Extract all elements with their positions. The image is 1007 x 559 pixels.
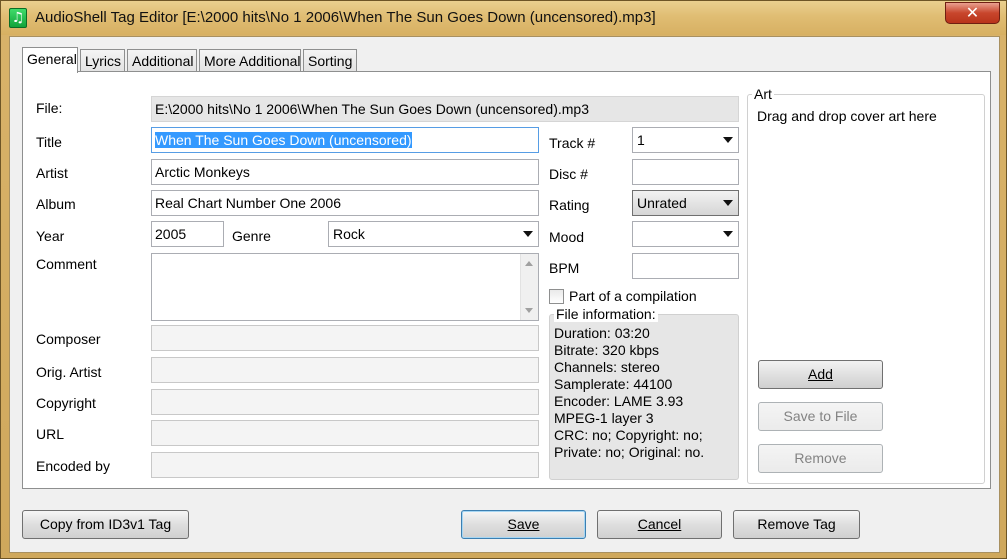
mood-select[interactable] <box>632 221 739 247</box>
art-group[interactable]: Art Drag and drop cover art here Add Sav… <box>747 86 985 484</box>
file-path-field[interactable]: E:\2000 hits\No 1 2006\When The Sun Goes… <box>151 96 739 122</box>
cancel-button[interactable]: Cancel <box>597 510 722 539</box>
scroll-up-arrow-icon[interactable] <box>525 261 533 266</box>
file-information-lines: Duration: 03:20 Bitrate: 320 kbps Channe… <box>554 325 704 461</box>
track-label: Track # <box>549 135 596 151</box>
file-label: File: <box>36 100 63 116</box>
art-title: Art <box>752 86 774 102</box>
cancel-button-label: Cancel <box>637 516 682 532</box>
compilation-checkbox[interactable] <box>549 289 564 304</box>
copy-from-id3v1-button[interactable]: Copy from ID3v1 Tag <box>22 510 189 539</box>
remove-art-button[interactable]: Remove <box>758 444 883 473</box>
url-input[interactable] <box>151 420 539 446</box>
artist-input[interactable]: Arctic Monkeys <box>151 159 539 185</box>
info-line: Bitrate: 320 kbps <box>554 342 660 358</box>
album-input[interactable]: Real Chart Number One 2006 <box>151 190 539 216</box>
scroll-down-arrow-icon[interactable] <box>525 308 533 313</box>
tab-general[interactable]: General <box>22 47 78 73</box>
app-window: ♫ AudioShell Tag Editor [E:\2000 hits\No… <box>0 0 1007 559</box>
genre-select[interactable]: Rock <box>328 221 539 247</box>
rating-value: Unrated <box>637 195 687 211</box>
tab-more-additional[interactable]: More Additional <box>199 49 301 72</box>
save-art-to-file-button[interactable]: Save to File <box>758 402 883 431</box>
mood-label: Mood <box>549 229 585 245</box>
title-bar[interactable]: ♫ AudioShell Tag Editor [E:\2000 hits\No… <box>1 1 1006 35</box>
info-line: Channels: stereo <box>554 359 660 375</box>
orig-artist-input[interactable] <box>151 357 539 383</box>
artist-label: Artist <box>36 165 68 181</box>
disc-input[interactable] <box>632 159 739 185</box>
rating-label: Rating <box>549 197 590 213</box>
title-selected-text: When The Sun Goes Down (uncensored) <box>155 132 412 148</box>
chevron-down-icon <box>523 231 533 237</box>
encoded-by-label: Encoded by <box>36 458 110 474</box>
track-select[interactable]: 1 <box>632 127 739 153</box>
album-label: Album <box>36 196 76 212</box>
composer-input[interactable] <box>151 325 539 351</box>
genre-label: Genre <box>232 228 271 244</box>
general-tab-panel: File: E:\2000 hits\No 1 2006\When The Su… <box>22 71 991 489</box>
close-button[interactable]: ✕ <box>945 2 1000 24</box>
bpm-label: BPM <box>549 260 580 276</box>
encoded-by-input[interactable] <box>151 452 539 478</box>
compilation-label: Part of a compilation <box>569 288 697 304</box>
chevron-down-icon <box>723 200 733 206</box>
copyright-label: Copyright <box>36 395 96 411</box>
add-art-button[interactable]: Add <box>758 360 883 389</box>
chevron-down-icon <box>723 137 733 143</box>
tab-sorting[interactable]: Sorting <box>303 49 357 72</box>
info-line: Encoder: LAME 3.93 <box>554 393 684 409</box>
orig-artist-label: Orig. Artist <box>36 364 102 380</box>
file-information-group: File information: Duration: 03:20 Bitrat… <box>549 306 739 480</box>
info-line: Samplerate: 44100 <box>554 376 673 392</box>
url-label: URL <box>36 426 65 442</box>
info-line: Private: no; Original: no. <box>554 444 705 460</box>
comment-scrollbar[interactable] <box>520 254 538 320</box>
art-drop-hint: Drag and drop cover art here <box>757 108 937 124</box>
track-value: 1 <box>637 132 645 148</box>
info-line: CRC: no; Copyright: no; <box>554 427 703 443</box>
bpm-input[interactable] <box>632 253 739 279</box>
remove-tag-button[interactable]: Remove Tag <box>733 510 860 539</box>
year-input[interactable]: 2005 <box>151 221 224 247</box>
save-button-label: Save <box>507 516 540 532</box>
disc-label: Disc # <box>549 166 588 182</box>
close-icon: ✕ <box>965 3 980 22</box>
genre-value: Rock <box>333 226 365 242</box>
year-label: Year <box>36 228 65 244</box>
comment-textarea[interactable] <box>151 253 539 321</box>
composer-label: Composer <box>36 331 101 347</box>
rating-select[interactable]: Unrated <box>632 190 739 216</box>
window-title: AudioShell Tag Editor [E:\2000 hits\No 1… <box>35 9 656 26</box>
info-line: Duration: 03:20 <box>554 325 650 341</box>
info-line: MPEG-1 layer 3 <box>554 410 654 426</box>
save-button[interactable]: Save <box>461 510 586 539</box>
tab-additional[interactable]: Additional <box>127 49 197 72</box>
copyright-input[interactable] <box>151 389 539 415</box>
title-input[interactable]: When The Sun Goes Down (uncensored) <box>151 127 539 153</box>
tab-lyrics[interactable]: Lyrics <box>80 49 125 72</box>
title-label: Title <box>36 134 62 150</box>
music-note-icon: ♫ <box>9 8 27 28</box>
add-art-label: Add <box>808 366 833 382</box>
chevron-down-icon <box>723 231 733 237</box>
file-information-title: File information: <box>554 306 658 322</box>
dialog-client-area: General Lyrics Additional More Additiona… <box>9 36 1000 553</box>
comment-label: Comment <box>36 256 97 272</box>
